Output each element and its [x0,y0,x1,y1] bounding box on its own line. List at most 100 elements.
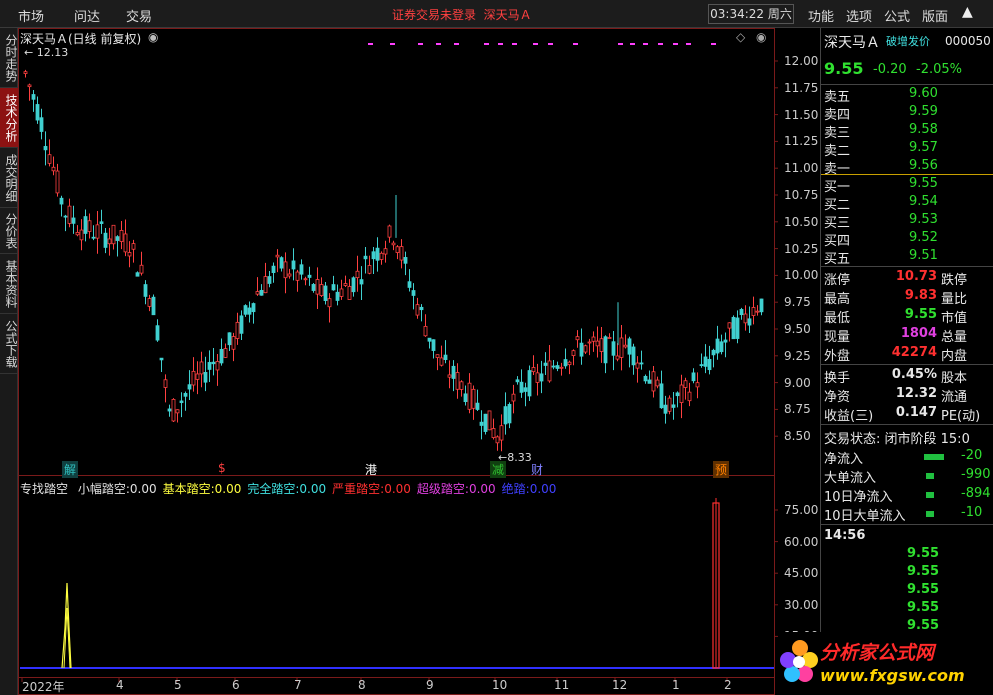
bid-level-price: 9.54 [909,194,938,209]
bid-level-price: 9.55 [909,176,938,191]
bid-level-label: 买五 [824,252,851,267]
date-axis-label: 6 [232,678,240,692]
menu-formula[interactable]: 公式 [884,6,910,25]
indicator-value: 0.00 [384,482,411,496]
flow-row: 10日净流入 -894 [821,486,993,505]
stat-row: 最高 9.83 量比 [821,288,993,307]
clock: 03:34:22 周六 [708,4,794,24]
chart-dropdown-icon[interactable]: ◉ [148,30,158,44]
candles [23,69,764,452]
kline-chart-svg[interactable] [18,28,820,695]
stat-right-label: 流通 [941,390,968,405]
stock-code: 000050 [945,34,991,48]
tick-time: 14:56 [821,528,993,546]
price-tick-label: 9.00 [784,375,811,390]
menu-market[interactable]: 市场 [18,6,44,25]
bid-level-row[interactable]: 买二 9.54 [821,194,993,213]
bid-level-row[interactable]: 买五 9.51 [821,248,993,267]
price-tick-label: 10.50 [784,214,819,229]
bid-level-row[interactable]: 买四 9.52 [821,230,993,249]
tick-row: 9.55 [821,564,993,582]
indicator-header: 专找踏空 小幅踏空:0.00 基本踏空:0.00 完全踏空:0.00 严重踏空:0.0… [20,480,556,497]
event-marker[interactable]: 财 [529,461,545,478]
stat-label: 收益(三) [824,409,874,424]
event-marker[interactable]: 港 [363,461,379,478]
stat-right-label: 量比 [941,292,968,307]
stat-label: 涨停 [824,273,851,288]
price-tick-label: 9.50 [784,322,811,336]
event-marker[interactable]: $ [216,461,228,475]
trade-state-text: 交易状态: 闭市阶段 15:0 [824,432,970,447]
ask-level-price: 9.56 [909,158,938,173]
bid-level-row[interactable]: 买一 9.55 [821,176,993,195]
price-tick-label: 11.25 [784,134,819,149]
stat-value: 42274 [891,345,937,360]
menu-function[interactable]: 功能 [808,6,834,25]
stat-value: 12.32 [895,386,937,401]
vertical-tabs: 分时走势 技术分析 成交明细 分价表 基本资料 公式下载 [0,28,18,695]
logo-text: 分析家公式网 [820,642,935,664]
bid-level-label: 买二 [824,198,851,213]
stat-right-label: 跌停 [941,273,968,288]
ask-level-row[interactable]: 卖三 9.58 [821,122,993,141]
menu-trade[interactable]: 交易 [126,6,152,25]
menu-options[interactable]: 选项 [846,6,872,25]
price-line: 9.55 -0.20 -2.05% [821,59,993,81]
stat-value: 1804 [900,326,937,341]
tick-row: 9.55 [821,546,993,564]
spread-divider [821,174,993,175]
stat-row: 最低 9.55 市值 [821,307,993,326]
date-axis-label: 10 [492,678,508,692]
stat-right-label: 总量 [941,330,968,345]
stat-row: 外盘 42274 内盘 [821,345,993,364]
tab-formula-download[interactable]: 公式下载 [0,314,18,374]
tick-price: 9.55 [907,564,940,579]
diamond-icon[interactable]: ◇ [736,30,745,44]
flow-value: -894 [961,486,991,501]
flow-label: 大单流入 [824,471,877,486]
ask-level-row[interactable]: 卖二 9.57 [821,140,993,159]
price-tick-label: 11.75 [784,80,819,95]
event-marker[interactable]: 预 [713,461,730,478]
bid-level-price: 9.51 [909,248,938,263]
divider [821,364,993,365]
event-marker[interactable]: 解 [62,461,79,478]
stat-row: 净资 12.32 流通 [821,386,993,405]
stat-value: 0.45% [891,367,937,382]
ask-level-row[interactable]: 卖四 9.59 [821,104,993,123]
menu-layout[interactable]: 版面 [922,6,948,25]
flow-label: 10日净流入 [824,490,893,505]
settings-circle-icon[interactable]: ◉ [756,30,766,44]
divider [821,524,993,525]
indicator-tick-label: 75.00 [784,503,819,517]
ask-level-label: 卖五 [824,90,851,105]
date-axis-label: 1 [672,678,680,692]
stat-label: 最低 [824,311,851,326]
stat-row: 换手 0.45% 股本 [821,367,993,386]
stat-right-label: 股本 [941,371,968,386]
tab-price-table[interactable]: 分价表 [0,208,18,254]
tab-intraday[interactable]: 分时走势 [0,28,18,88]
tick-price: 9.55 [907,618,940,633]
divider [821,424,993,425]
ask-level-row[interactable]: 卖五 9.60 [821,86,993,105]
collapse-chevron-icon[interactable]: ▲ [962,4,973,20]
flow-label: 10日大单流入 [824,509,906,524]
tab-fundamentals[interactable]: 基本资料 [0,254,18,314]
stat-row: 收益(三) 0.147 PE(动) [821,405,993,424]
stat-right-label: 内盘 [941,349,968,364]
kline-chart-area[interactable]: 深天马Ａ(日线 前复权) ◉ ← 12.13 ←8.33 ◇ ◉ 12.00 11… [18,28,820,695]
ask-level-price: 9.57 [909,140,938,155]
tick-time-text: 14:56 [824,528,866,543]
indicator-value: 0.00 [299,482,327,496]
tab-trades[interactable]: 成交明细 [0,148,18,208]
stat-value: 9.55 [904,307,937,322]
event-marker[interactable]: 减 [490,461,507,478]
date-axis-label: 7 [294,678,302,692]
bid-level-row[interactable]: 买三 9.53 [821,212,993,231]
site-logo: 分析家公式网 www.fxgsw.com [780,632,993,695]
stat-label: 外盘 [824,349,851,364]
login-status: 证券交易未登录 深天马Ａ [392,6,532,23]
menu-wenda[interactable]: 问达 [74,6,100,25]
tab-technical[interactable]: 技术分析 [0,88,18,148]
